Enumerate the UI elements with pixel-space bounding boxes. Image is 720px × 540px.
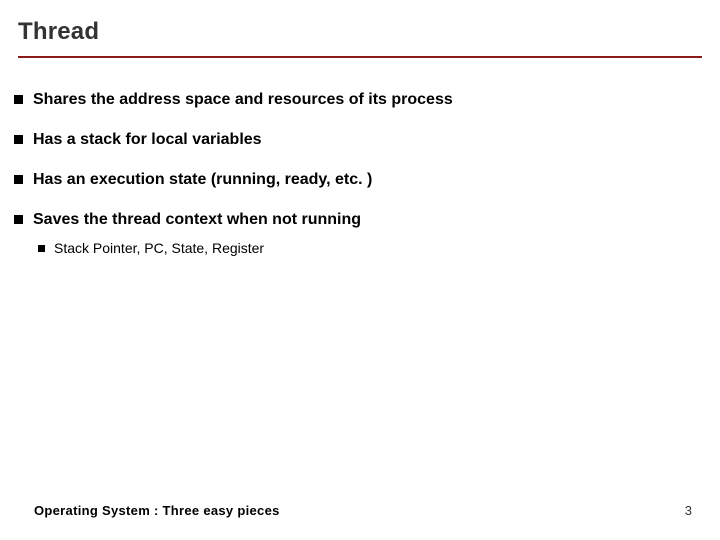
square-bullet-icon <box>14 95 23 104</box>
bullet-text: Has a stack for local variables <box>33 130 262 150</box>
title-underline <box>18 56 702 58</box>
footer: Operating System : Three easy pieces 3 <box>0 503 720 518</box>
list-item: Shares the address space and resources o… <box>14 90 706 110</box>
list-item: Saves the thread context when not runnin… <box>14 210 706 230</box>
square-bullet-icon <box>38 245 45 252</box>
page-number: 3 <box>685 503 692 518</box>
bullet-text: Shares the address space and resources o… <box>33 90 453 110</box>
list-item: Has an execution state (running, ready, … <box>14 170 706 190</box>
sub-bullet-text: Stack Pointer, PC, State, Register <box>54 240 264 258</box>
list-item: Has a stack for local variables <box>14 130 706 150</box>
bullet-text: Has an execution state (running, ready, … <box>33 170 372 190</box>
square-bullet-icon <box>14 175 23 184</box>
bullet-text: Saves the thread context when not runnin… <box>33 210 361 230</box>
square-bullet-icon <box>14 135 23 144</box>
slide-title: Thread <box>18 18 702 46</box>
sub-list-item: Stack Pointer, PC, State, Register <box>38 240 706 258</box>
content-area: Shares the address space and resources o… <box>0 68 720 258</box>
square-bullet-icon <box>14 215 23 224</box>
title-area: Thread <box>0 0 720 68</box>
footer-title: Operating System : Three easy pieces <box>34 503 280 518</box>
sub-list: Stack Pointer, PC, State, Register <box>14 240 706 258</box>
